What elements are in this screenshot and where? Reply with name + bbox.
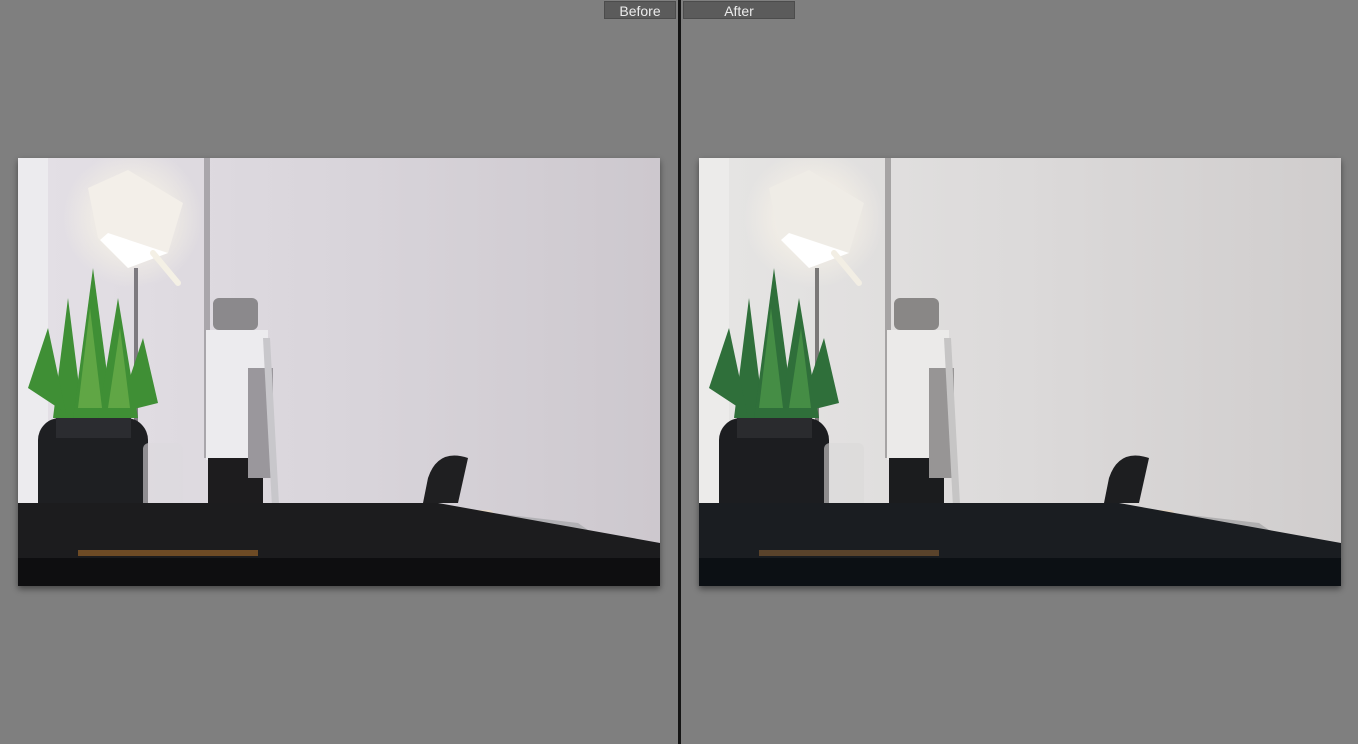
before-label: Before	[604, 1, 676, 19]
before-photo[interactable]	[18, 158, 660, 586]
after-photo[interactable]	[699, 158, 1341, 586]
after-photo-image	[699, 158, 1341, 586]
before-pane[interactable]: Before	[0, 0, 678, 744]
after-pane[interactable]: After	[681, 0, 1358, 744]
before-after-compare-view: Before After	[0, 0, 1358, 744]
before-photo-image	[18, 158, 660, 586]
after-label: After	[683, 1, 795, 19]
